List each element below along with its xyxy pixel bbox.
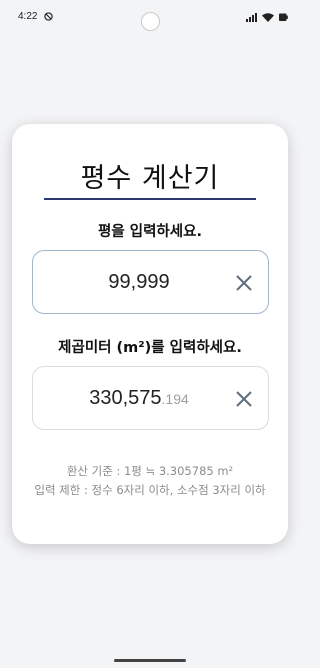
status-time: 4:22 <box>18 11 38 22</box>
status-bar: 4:22 <box>0 0 300 36</box>
conversion-note: 환산 기준 : 1평 ≒ 3.305785 m² <box>66 464 234 478</box>
signal-icon <box>246 12 257 22</box>
status-icons <box>246 12 288 22</box>
sqm-value[interactable]: 330,575.194 <box>33 387 245 410</box>
pyeong-value[interactable]: 99,999 <box>33 271 245 294</box>
clear-pyeong-icon[interactable] <box>234 273 254 293</box>
sqm-value-integer: 330,575 <box>89 387 162 409</box>
clear-sqm-icon[interactable] <box>234 389 254 409</box>
app-screen: 4:22 평수 계산기 평을 입력하세요. 99,999 제곱미터 (m²)를 … <box>0 0 300 668</box>
wifi-icon <box>262 12 274 22</box>
title-underline <box>44 198 256 200</box>
sqm-label: 제곱미터 (m²)를 입력하세요. <box>58 340 242 356</box>
sqm-input[interactable]: 330,575.194 <box>32 366 269 430</box>
pyeong-input[interactable]: 99,999 <box>32 250 269 314</box>
calculator-card: 평수 계산기 평을 입력하세요. 99,999 제곱미터 (m²)를 입력하세요… <box>12 124 288 544</box>
home-indicator[interactable] <box>114 659 186 662</box>
battery-icon <box>279 13 288 21</box>
sqm-value-decimal: .194 <box>161 391 189 407</box>
pyeong-label: 평을 입력하세요. <box>98 224 202 240</box>
camera-cutout <box>141 12 160 31</box>
do-not-disturb-icon <box>44 12 53 21</box>
input-limit-note: 입력 제한 : 정수 6자리 이하, 소수점 3자리 이하 <box>34 483 266 497</box>
page-title: 평수 계산기 <box>80 163 220 194</box>
